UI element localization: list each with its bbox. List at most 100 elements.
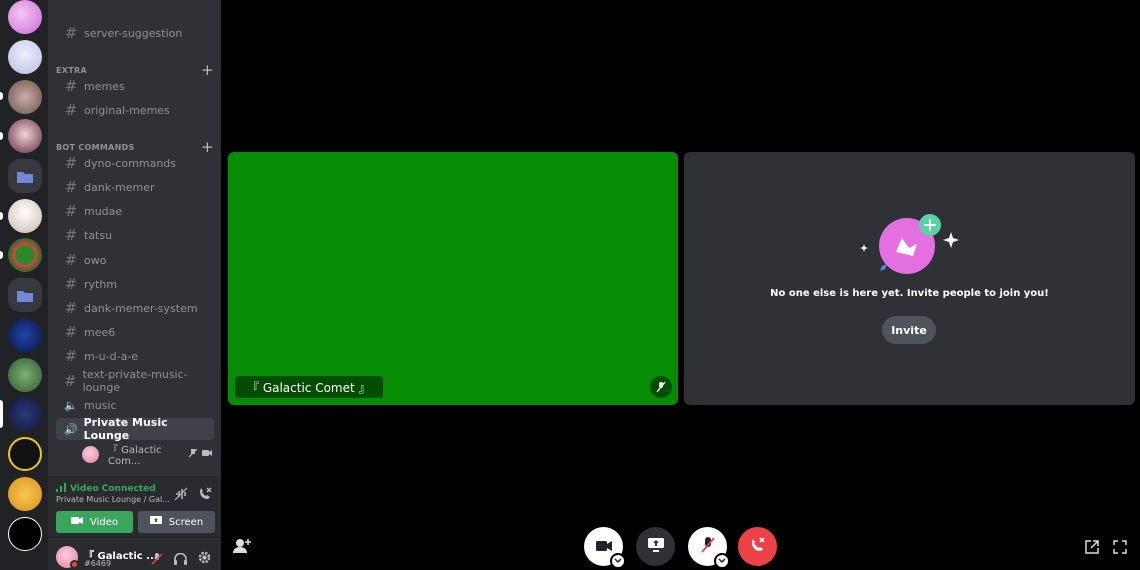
screen-share-toggle-button[interactable] <box>636 527 675 566</box>
pop-out-icon[interactable] <box>1085 539 1099 558</box>
screen-share-icon <box>149 515 162 529</box>
disconnect-icon <box>750 536 766 557</box>
hash-icon: # <box>64 323 78 341</box>
server-icon[interactable] <box>8 40 42 74</box>
leave-call-button[interactable] <box>738 527 777 566</box>
mic-toggle-button[interactable] <box>688 527 730 569</box>
hash-icon: # <box>64 251 78 269</box>
channel-dank-memer-system[interactable]: # dank-memer-system <box>56 297 214 319</box>
chevron-down-icon[interactable] <box>610 553 626 569</box>
connection-status[interactable]: Video Connected <box>56 483 156 495</box>
server-icon[interactable] <box>8 477 42 511</box>
muted-mic-icon <box>700 536 715 557</box>
channel-label: m-u-d-a-e <box>84 349 139 363</box>
selected-indicator <box>0 400 3 428</box>
channel-label: memes <box>84 79 125 93</box>
hash-icon: # <box>64 154 78 172</box>
avatar <box>82 445 99 463</box>
unread-indicator <box>0 92 3 100</box>
channel-label: mee6 <box>84 325 116 339</box>
hash-icon: # <box>64 226 78 244</box>
voice-location[interactable]: Private Music Lounge / Gal... <box>56 495 170 504</box>
invite-tile: No one else is here yet. Invite people t… <box>684 152 1135 405</box>
server-icon[interactable] <box>8 358 42 392</box>
channel-dyno-commands[interactable]: # dyno-commands <box>56 152 214 174</box>
voice-stage: 『 Galactic Comet 』 No one else is here y… <box>221 0 1140 570</box>
disconnect-icon[interactable] <box>198 486 212 505</box>
folder-icon[interactable] <box>8 159 42 193</box>
speaker-icon: 🔊 <box>63 422 78 436</box>
channel-server-suggestion[interactable]: # server-suggestion <box>56 22 214 44</box>
server-icon[interactable] <box>8 80 42 114</box>
server-icon[interactable] <box>8 397 42 431</box>
user-panel: 『 Galactic ... #6469 <box>48 540 221 570</box>
muted-mic-icon <box>188 448 198 461</box>
channel-label: rythm <box>84 277 118 291</box>
channel-rythm[interactable]: # rythm <box>56 273 214 295</box>
server-icon[interactable] <box>8 437 42 471</box>
screen-share-button[interactable]: Screen <box>138 511 215 533</box>
server-icon[interactable] <box>8 318 42 352</box>
button-label: Screen <box>168 516 204 528</box>
fullscreen-icon[interactable] <box>1113 539 1127 558</box>
chevron-down-icon[interactable] <box>714 553 730 569</box>
voice-connection-panel: Video Connected Private Music Lounge / G… <box>48 476 221 538</box>
channel-memes[interactable]: # memes <box>56 75 214 97</box>
video-icon <box>595 537 612 556</box>
speaker-icon: 🔈 <box>64 398 78 412</box>
channel-mudae[interactable]: # mudae <box>56 200 214 222</box>
channel-label: mudae <box>84 204 123 218</box>
video-icon <box>202 449 212 460</box>
add-user-icon[interactable] <box>233 538 251 558</box>
server-icon[interactable] <box>8 0 42 34</box>
server-icon[interactable] <box>8 119 42 153</box>
video-icon <box>70 516 83 528</box>
hash-icon: # <box>64 275 78 293</box>
channel-m-u-d-a-e[interactable]: # m-u-d-a-e <box>56 345 214 367</box>
unread-indicator <box>0 132 3 140</box>
member-name: 『 Galactic Com... <box>108 445 162 467</box>
channel-text-private-music-lounge[interactable]: # text-private-music-lounge <box>56 368 214 394</box>
channel-original-memes[interactable]: # original-memes <box>56 99 214 121</box>
server-icon[interactable] <box>8 517 42 551</box>
folder-icon[interactable] <box>8 278 42 312</box>
voice-member[interactable]: 『 Galactic Com... <box>80 443 214 467</box>
channel-label: Private Music Lounge <box>83 416 168 442</box>
mute-mic-icon[interactable] <box>151 550 163 569</box>
channel-label: music <box>84 398 117 412</box>
signal-icon <box>56 483 66 495</box>
camera-toggle-button[interactable] <box>584 527 626 569</box>
participant-video-tile[interactable]: 『 Galactic Comet 』 <box>228 152 678 405</box>
status-dnd-icon <box>70 560 79 569</box>
channel-dank-memer[interactable]: # dank-memer <box>56 176 214 198</box>
channel-tatsu[interactable]: # tatsu <box>56 224 214 246</box>
unread-indicator <box>0 251 3 259</box>
server-rail <box>0 0 48 570</box>
server-icon[interactable] <box>8 199 42 233</box>
user-tag: #6469 <box>84 559 112 568</box>
server-icon[interactable] <box>8 238 42 272</box>
channel-label: dank-memer-system <box>84 301 198 315</box>
channel-label: dank-memer <box>84 180 155 194</box>
channel-label: server-suggestion <box>84 26 183 40</box>
channel-mee6[interactable]: # mee6 <box>56 321 214 343</box>
channel-label: tatsu <box>84 228 113 242</box>
participant-nameplate: 『 Galactic Comet 』 <box>235 376 383 398</box>
noise-suppression-icon[interactable] <box>174 486 188 505</box>
settings-gear-icon[interactable] <box>198 549 211 568</box>
invite-button[interactable]: Invite <box>882 316 936 344</box>
channel-label: original-memes <box>84 103 170 117</box>
empty-state-message: No one else is here yet. Invite people t… <box>770 288 1049 299</box>
hash-icon: # <box>64 372 77 390</box>
voice-channel-music[interactable]: 🔈 music <box>56 394 214 416</box>
channel-owo[interactable]: # owo <box>56 249 214 271</box>
button-label: Video <box>89 516 119 528</box>
button-label: Invite <box>891 323 927 337</box>
voice-channel-private-music-lounge[interactable]: 🔊 Private Music Lounge <box>56 416 214 442</box>
screen-share-icon <box>647 537 664 556</box>
hash-icon: # <box>64 77 78 95</box>
video-button[interactable]: Video <box>56 511 133 533</box>
invite-illustration-icon <box>860 214 959 274</box>
hash-icon: # <box>64 299 78 317</box>
headphones-icon[interactable] <box>174 550 187 569</box>
